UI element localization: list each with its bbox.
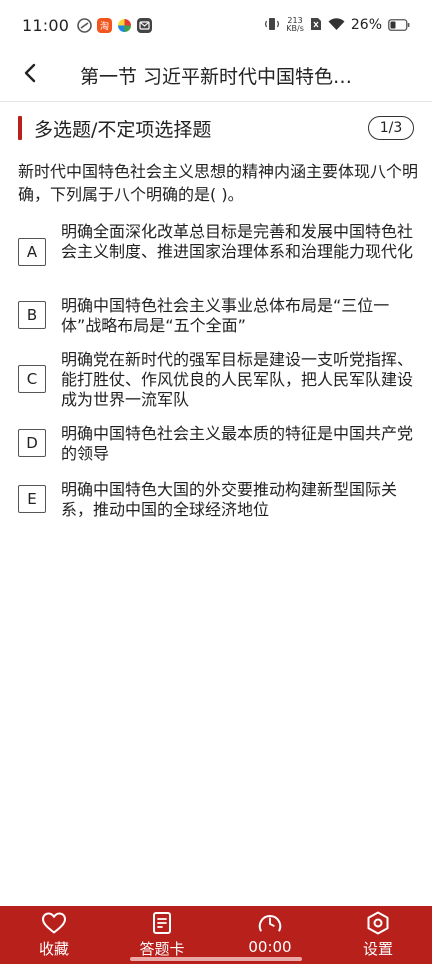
- favorite-button[interactable]: 收藏: [0, 906, 108, 964]
- option-text: 明确中国特色社会主义最本质的特征是中国共产党的领导: [61, 424, 414, 463]
- option-a[interactable]: A 明确全面深化改革总目标是完善和发展中国特色社会主义制度、推进国家治理体系和治…: [18, 222, 418, 266]
- bottom-toolbar: 收藏 答题卡 00:00 设置: [0, 906, 432, 964]
- svg-text:淘: 淘: [100, 20, 109, 31]
- timer: 00:00: [216, 906, 324, 964]
- link-app-icon: [77, 17, 92, 33]
- chevron-left-icon: [23, 63, 37, 87]
- option-e[interactable]: E 明确中国特色大国的外交要推动构建新型国际关系，推动中国的全球经济地位: [18, 480, 418, 520]
- battery-percent: 26%: [350, 17, 382, 33]
- answer-card-label: 答题卡: [139, 940, 185, 958]
- timer-icon: [257, 910, 283, 936]
- question-text: 新时代中国特色社会主义思想的精神内涵主要体现八个明确，下列属于八个明确的是( )…: [18, 162, 419, 204]
- status-time: 11:00: [22, 15, 70, 35]
- option-letter: C: [18, 365, 46, 393]
- question-type-label: 多选题/不定项选择题: [34, 118, 212, 141]
- answer-card-button[interactable]: 答题卡: [108, 906, 216, 964]
- notification-icons: 淘: [77, 17, 153, 33]
- network-speed-unit: KB/s: [286, 24, 304, 33]
- network-speed: 213 KB/s: [286, 17, 304, 33]
- option-letter: D: [18, 429, 46, 457]
- option-b[interactable]: B 明确中国特色社会主义事业总体布局是“三位一体”战略布局是“五个全面”: [18, 296, 418, 336]
- back-button[interactable]: [0, 50, 60, 100]
- settings-icon: [365, 910, 391, 936]
- timer-label: 00:00: [248, 938, 292, 956]
- option-text: 明确党在新时代的强军目标是建设一支听党指挥、能打胜仗、作风优良的人民军队，把人民…: [61, 350, 414, 409]
- option-d[interactable]: D 明确中国特色社会主义最本质的特征是中国共产党的领导: [18, 424, 418, 464]
- question-type-accent-bar: [18, 116, 22, 140]
- answer-card-icon: [149, 910, 175, 936]
- option-letter: A: [18, 238, 46, 266]
- option-letter: B: [18, 301, 46, 329]
- option-text: 明确中国特色大国的外交要推动构建新型国际关系，推动中国的全球经济地位: [61, 480, 398, 519]
- battery-icon: [388, 16, 410, 35]
- settings-button[interactable]: 设置: [324, 906, 432, 964]
- header-divider: [0, 101, 432, 102]
- message-app-icon: [137, 17, 153, 33]
- question-type-row: 多选题/不定项选择题 1/3: [18, 114, 414, 142]
- option-text: 明确中国特色社会主义事业总体布局是“三位一体”战略布局是“五个全面”: [61, 296, 390, 335]
- page-title: 第一节 习近平新时代中国特色…: [80, 65, 353, 88]
- sim-icon: [310, 16, 322, 35]
- taobao-app-icon: 淘: [97, 17, 113, 33]
- heart-icon: [41, 910, 67, 936]
- vibrate-icon: [264, 16, 280, 35]
- question-progress-badge: 1/3: [368, 116, 414, 140]
- status-bar: 11:00 淘 213 KB/s 26%: [0, 0, 432, 50]
- header: 第一节 习近平新时代中国特色…: [0, 50, 432, 100]
- settings-label: 设置: [362, 940, 393, 958]
- option-c[interactable]: C 明确党在新时代的强军目标是建设一支听党指挥、能打胜仗、作风优良的人民军队，把…: [18, 350, 418, 410]
- pinwheel-app-icon: [117, 18, 132, 33]
- option-letter: E: [18, 485, 46, 513]
- status-right: 213 KB/s 26%: [264, 16, 410, 35]
- wifi-icon: [328, 16, 345, 35]
- favorite-label: 收藏: [38, 940, 69, 958]
- home-indicator[interactable]: [130, 957, 302, 961]
- option-text: 明确全面深化改革总目标是完善和发展中国特色社会主义制度、推进国家治理体系和治理能…: [61, 222, 414, 261]
